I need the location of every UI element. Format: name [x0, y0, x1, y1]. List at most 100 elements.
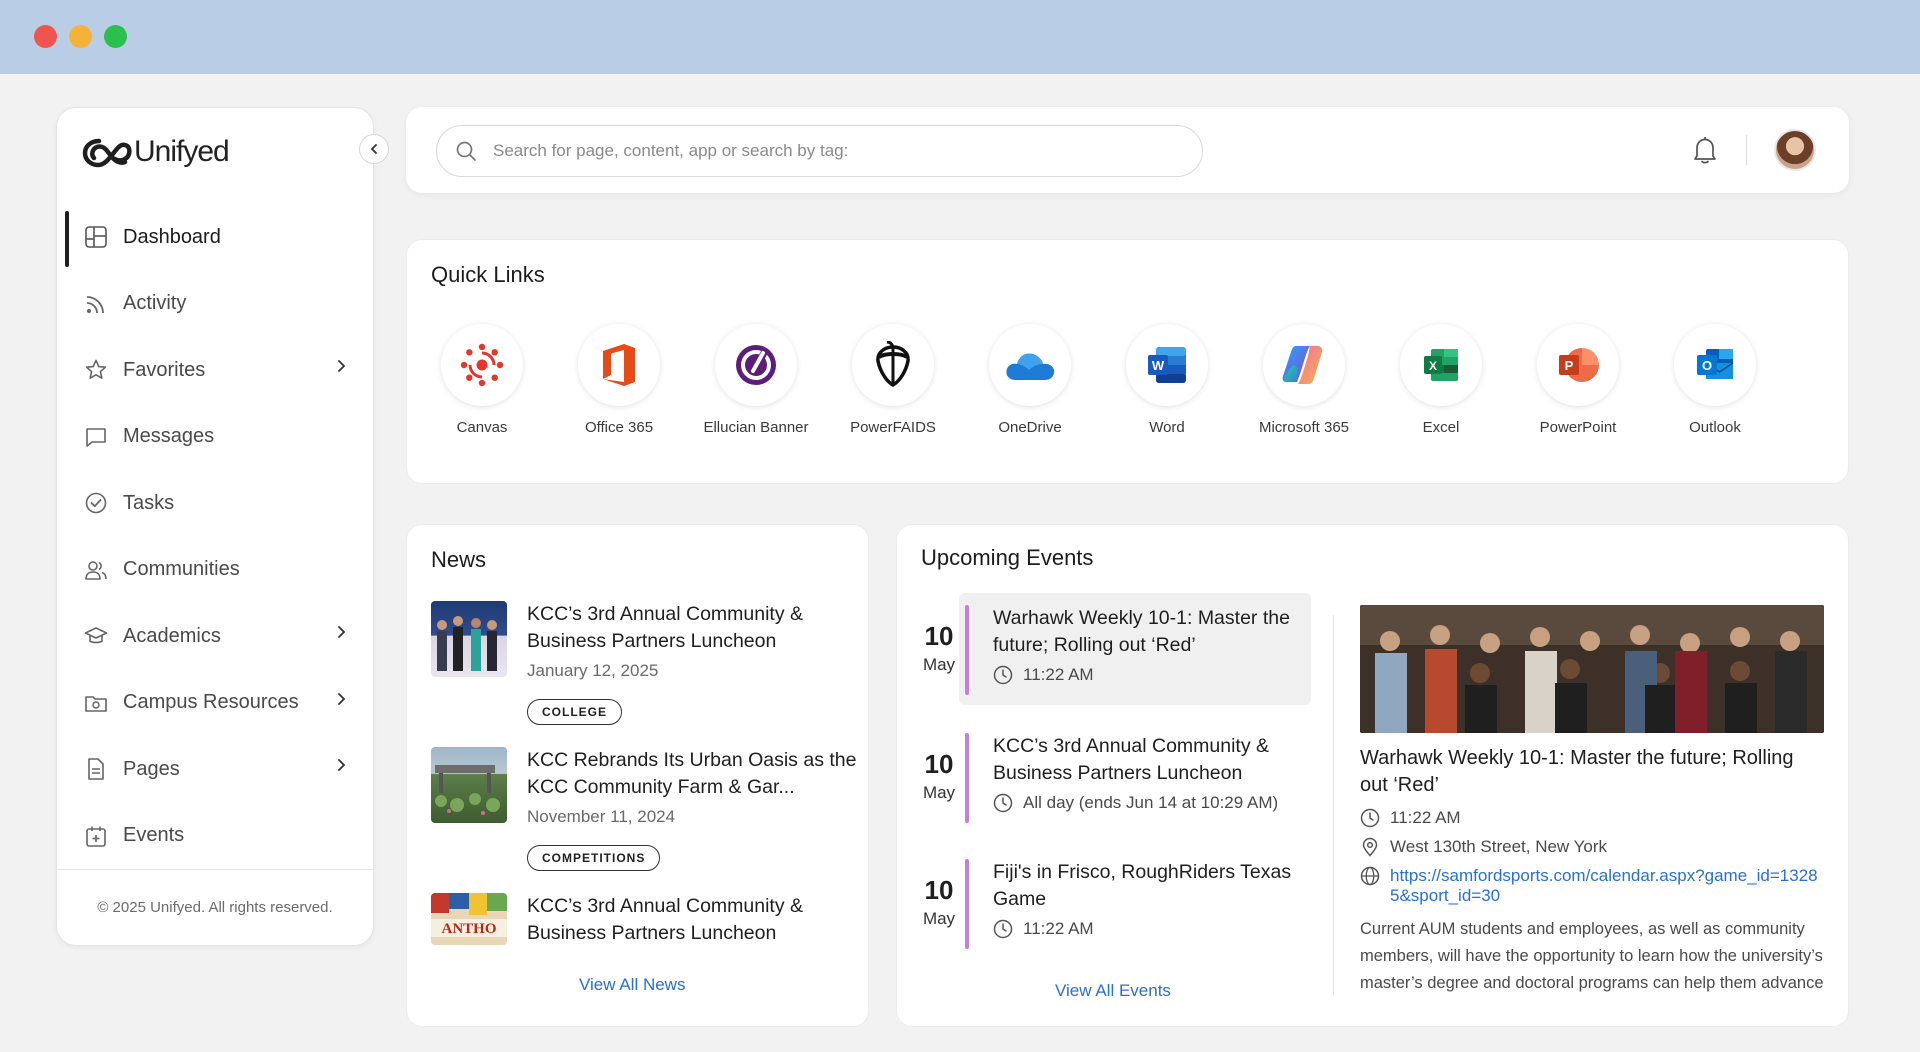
search-bar[interactable]: [436, 125, 1203, 177]
svg-text:W: W: [1152, 358, 1165, 373]
sidebar-item-favorites[interactable]: Favorites: [57, 337, 373, 404]
svg-text:X: X: [1429, 359, 1437, 373]
rss-icon: [86, 295, 104, 313]
folder-image-icon: [85, 695, 107, 712]
event-detail: Warhawk Weekly 10-1: Master the future; …: [1360, 605, 1826, 996]
quick-link-label: Outlook: [1689, 419, 1741, 436]
chevron-right-icon: [338, 759, 346, 771]
sidebar-item-messages[interactable]: Messages: [57, 404, 373, 471]
quick-link-excel[interactable]: X Excel: [1381, 324, 1501, 438]
powerpoint-icon: P: [1559, 348, 1599, 382]
event-title: Fiji's in Frisco, RoughRiders Texas Game: [993, 861, 1292, 910]
sidebar-item-pages[interactable]: Pages: [57, 736, 373, 803]
sidebar-item-label: Events: [123, 824, 185, 847]
browser-titlebar: [0, 0, 1920, 74]
sidebar-item-academics[interactable]: Academics: [57, 603, 373, 670]
sidebar-item-label: Campus Resources: [123, 691, 299, 714]
quick-link-label: Ellucian Banner: [703, 419, 809, 436]
clock-icon: [1360, 808, 1380, 828]
quick-link-canvas[interactable]: Canvas: [422, 324, 542, 438]
chevron-right-icon: [338, 360, 346, 372]
quick-link-onedrive[interactable]: OneDrive: [970, 324, 1090, 438]
excel-icon: X: [1424, 349, 1458, 381]
quick-link-word[interactable]: W Word: [1107, 324, 1227, 438]
event-item[interactable]: 10 May Warhawk Weekly 10-1: Master the f…: [921, 593, 1321, 705]
notifications-button[interactable]: [1692, 135, 1718, 170]
chevron-left-icon: [370, 144, 377, 154]
quick-link-label: Office 365: [584, 419, 654, 436]
bell-icon: [1694, 137, 1716, 164]
event-time-text: 11:22 AM: [1023, 665, 1094, 684]
tag-badge[interactable]: COLLEGE: [527, 699, 623, 725]
chevron-right-icon: [338, 692, 346, 705]
view-all-events-link[interactable]: View All Events: [1055, 981, 1171, 1001]
unifyed-logo-icon: [82, 138, 132, 168]
check-circle-icon: [85, 492, 107, 514]
brand-logo[interactable]: Unifyed: [82, 135, 230, 169]
upcoming-events-title: Upcoming Events: [921, 545, 1094, 570]
event-photo: [1360, 605, 1824, 733]
search-input[interactable]: [493, 141, 1153, 161]
powerfaids-icon: [876, 341, 910, 388]
event-detail-time-text: 11:22 AM: [1390, 808, 1461, 827]
tag-badge[interactable]: COMPETITIONS: [527, 845, 661, 871]
event-accent-bar: [965, 859, 969, 949]
brand-name: Unifyed: [134, 135, 230, 168]
document-icon: [88, 758, 104, 781]
sidebar-item-dashboard[interactable]: Dashboard: [57, 204, 373, 271]
quick-link-label: Microsoft 365: [1258, 419, 1350, 436]
sidebar-item-label: Activity: [123, 292, 187, 315]
top-bar: [406, 107, 1849, 193]
quick-link-label: Word: [1149, 419, 1185, 436]
event-description: Current AUM students and employees, as w…: [1360, 920, 1824, 992]
calendar-plus-icon: [86, 826, 106, 847]
event-item[interactable]: 10 May Fiji's in Frisco, RoughRiders Tex…: [921, 847, 1321, 959]
window-maximize-button[interactable]: [104, 25, 127, 48]
sidebar-item-communities[interactable]: Communities: [57, 537, 373, 604]
sidebar-item-label: Communities: [123, 558, 240, 581]
sidebar-item-events[interactable]: Events: [57, 803, 373, 870]
svg-text:O: O: [1702, 358, 1712, 373]
outlook-icon: O: [1697, 349, 1734, 379]
news-item-date: January 12, 2025: [527, 661, 659, 680]
divider: [1333, 615, 1334, 995]
user-avatar[interactable]: [1774, 129, 1816, 171]
office-365-icon: [603, 344, 635, 386]
quick-link-ellucian-banner[interactable]: Ellucian Banner: [696, 324, 816, 438]
sidebar-item-label: Favorites: [123, 358, 206, 381]
quick-link-label: PowerFAIDS: [850, 419, 936, 436]
quick-link-powerpoint[interactable]: P PowerPoint: [1518, 324, 1638, 438]
quick-link-label: Canvas: [456, 419, 508, 436]
quick-links-card: Quick Links Canvas Office 365 Ellucian B…: [406, 239, 1849, 484]
sidebar-item-campus-resources[interactable]: Campus Resources: [57, 670, 373, 737]
event-item[interactable]: 10 May KCC’s 3rd Annual Community & Busi…: [921, 721, 1321, 833]
event-url-link[interactable]: https://samfordsports.com/calendar.aspx?…: [1390, 866, 1826, 906]
ellucian-banner-icon: [736, 345, 776, 385]
graduation-cap-icon: [84, 627, 108, 644]
view-all-news-link[interactable]: View All News: [579, 975, 685, 995]
dashboard-icon: [85, 226, 107, 249]
event-title: KCC’s 3rd Annual Community & Business Pa…: [993, 735, 1270, 784]
clock-icon: [993, 793, 1013, 813]
event-detail-location-text: West 130th Street, New York: [1390, 837, 1608, 856]
news-thumbnail: [431, 747, 507, 823]
sidebar-item-activity[interactable]: Activity: [57, 271, 373, 338]
sidebar-collapse-button[interactable]: [359, 134, 389, 164]
sidebar: Unifyed Dashboard Activity Favorites Mes…: [56, 107, 389, 946]
globe-icon: [1360, 866, 1380, 886]
window-close-button[interactable]: [34, 25, 57, 48]
sidebar-item-tasks[interactable]: Tasks: [57, 470, 373, 537]
news-item-date: November 11, 2024: [527, 807, 676, 826]
quick-link-label: OneDrive: [998, 419, 1062, 436]
sidebar-item-label: Academics: [123, 624, 221, 647]
quick-link-powerfaids[interactable]: PowerFAIDS: [833, 324, 953, 438]
quick-link-outlook[interactable]: O Outlook: [1655, 324, 1775, 438]
quick-link-microsoft-365[interactable]: Microsoft 365: [1244, 324, 1364, 438]
onedrive-icon: [1006, 353, 1055, 380]
quick-link-office-365[interactable]: Office 365: [559, 324, 679, 438]
news-thumbnail: ANTHO: [431, 893, 507, 945]
window-minimize-button[interactable]: [69, 25, 92, 48]
message-icon: [86, 427, 106, 447]
microsoft-365-icon: [1282, 346, 1323, 384]
event-accent-bar: [965, 733, 969, 823]
